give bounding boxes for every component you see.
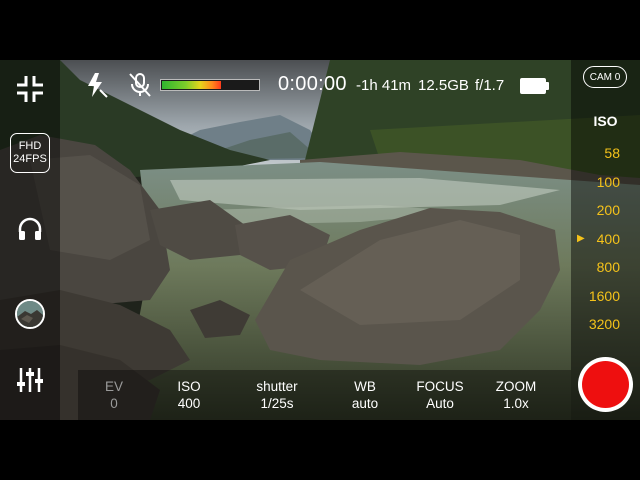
param-label: shutter [256, 379, 298, 394]
param-value: auto [351, 396, 379, 411]
iso-option[interactable]: 1600 [571, 288, 640, 304]
aperture-value: f/1.7 [475, 77, 505, 94]
framerate-label: 24FPS [13, 153, 47, 165]
record-button[interactable] [578, 357, 633, 412]
param-ev[interactable]: EV 0 [74, 378, 154, 412]
audio-level-meter [160, 79, 260, 91]
iso-option[interactable]: 100 [571, 174, 640, 190]
param-zoom[interactable]: ZOOM 1.0x [476, 378, 556, 412]
camera-screen: FHD 24FPS 0:00:00 -1h 41m 12.5GB f/1.7 C… [0, 60, 640, 420]
parameter-bar: EV 0 ISO 400 shutter 1/25s WB auto FOCUS Auto ZOOM… [78, 370, 571, 420]
flash-auto-icon[interactable] [86, 72, 108, 98]
param-value: Auto [426, 396, 454, 411]
audio-level-fill [162, 81, 221, 89]
param-label: FOCUS [416, 379, 464, 394]
mic-off-icon[interactable] [128, 72, 152, 98]
param-label: EV [104, 379, 123, 394]
iso-option[interactable]: 3200 [571, 316, 640, 332]
viewfinder-preview [0, 60, 640, 420]
record-button-dot [582, 361, 629, 408]
gallery-thumbnail[interactable] [15, 299, 45, 329]
param-label: ZOOM [495, 379, 537, 394]
settings-sliders-icon[interactable] [16, 366, 44, 394]
remaining-time: -1h 41m [356, 77, 412, 94]
param-wb[interactable]: WB auto [325, 378, 405, 412]
recording-timer: 0:00:00 [278, 73, 347, 95]
resolution-label: FHD [18, 140, 42, 152]
headphones-icon[interactable] [16, 215, 44, 243]
param-value: 1/25s [260, 396, 294, 411]
param-label: WB [354, 379, 376, 394]
param-value: 1.0x [503, 396, 529, 411]
param-label: ISO [177, 379, 201, 394]
iso-option[interactable]: 200 [571, 202, 640, 218]
param-shutter[interactable]: shutter 1/25s [237, 378, 317, 412]
resolution-framerate-button[interactable]: FHD 24FPS [10, 133, 50, 173]
param-iso[interactable]: ISO 400 [149, 378, 229, 412]
battery-icon [520, 78, 549, 94]
param-focus[interactable]: FOCUS Auto [400, 378, 480, 412]
param-value: 400 [177, 396, 201, 411]
storage-free: 12.5GB [418, 77, 469, 94]
status-bar: 0:00:00 -1h 41m 12.5GB f/1.7 [78, 60, 578, 110]
iso-title: ISO [593, 113, 618, 129]
iso-option[interactable]: 800 [571, 259, 640, 275]
param-value: 0 [110, 396, 118, 411]
iso-option[interactable]: 58 [571, 145, 640, 161]
camera-switch-button[interactable]: CAM 0 [583, 66, 627, 88]
collapse-icon[interactable] [15, 74, 45, 104]
iso-selected-marker-icon: ▶ [577, 232, 585, 244]
